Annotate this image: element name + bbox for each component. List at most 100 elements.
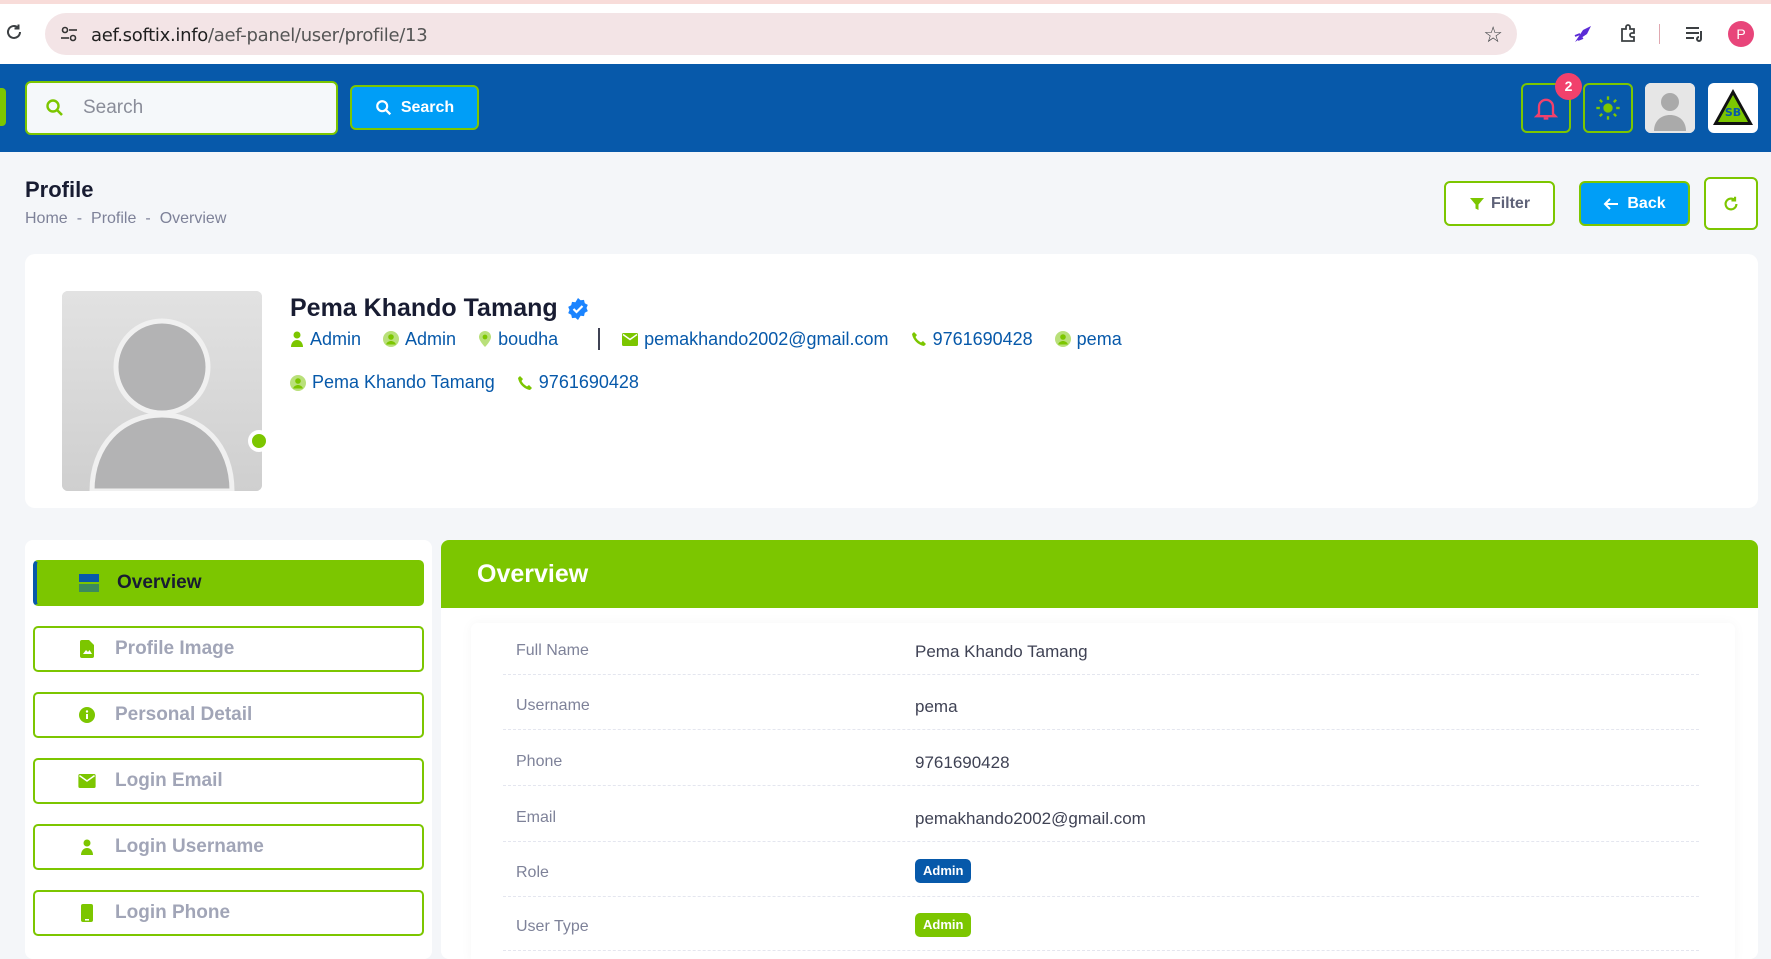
overview-panel: Overview Full Name Pema Khando Tamang Us… (441, 540, 1758, 959)
bookmark-star-icon[interactable]: ☆ (1483, 22, 1503, 48)
extension-rocket-icon[interactable] (1571, 22, 1595, 46)
detail-row-email: Email pemakhando2002@gmail.com (503, 790, 1699, 842)
meta-phone-text[interactable]: 9761690428 (933, 329, 1033, 350)
profile-meta-row-2: Pema Khando Tamang 9761690428 (290, 372, 661, 393)
profile-name: Pema Khando Tamang (290, 294, 590, 323)
search-box (25, 81, 338, 135)
detail-value: pemakhando2002@gmail.com (915, 809, 1146, 828)
sidenav-item-login-phone[interactable]: Login Phone (33, 890, 424, 936)
detail-label: User Type (516, 918, 589, 935)
sidenav-item-label: Login Email (115, 770, 223, 791)
meta-email-text[interactable]: pemakhando2002@gmail.com (644, 329, 888, 350)
role-badge: Admin (915, 859, 972, 883)
page-title: Profile (25, 177, 94, 202)
sidenav-item-login-email[interactable]: Login Email (33, 758, 424, 804)
breadcrumb: Home - Profile - Overview (25, 210, 226, 228)
meta-username: pema (1054, 329, 1122, 350)
search-button-label: Search (400, 98, 455, 116)
search-input[interactable] (83, 96, 323, 120)
extensions-puzzle-icon[interactable] (1617, 22, 1641, 46)
sidenav-item-label: Overview (117, 572, 202, 593)
user-icon (291, 331, 303, 347)
site-settings-icon[interactable] (59, 24, 79, 44)
breadcrumb-home[interactable]: Home (25, 210, 68, 228)
refresh-button[interactable] (1704, 177, 1758, 230)
overview-details: Full Name Pema Khando Tamang Username pe… (471, 623, 1735, 959)
user-placeholder-icon (1645, 83, 1695, 133)
file-image-icon (75, 640, 99, 658)
meta-full-name: Pema Khando Tamang (290, 372, 495, 393)
breadcrumb-overview: Overview (159, 210, 227, 227)
profile-avatar (62, 291, 262, 491)
meta-role: Admin (290, 329, 361, 350)
sidebar-toggle[interactable] (0, 88, 6, 126)
detail-label: Email (516, 809, 557, 826)
detail-label: Username (516, 697, 590, 714)
detail-label: Role (516, 864, 549, 881)
sidenav-item-profile-image[interactable]: Profile Image (33, 626, 424, 672)
meta-phone: 9761690428 (911, 329, 1033, 350)
meta-email: pemakhando2002@gmail.com (622, 329, 889, 350)
profile-name-text: Pema Khando Tamang (290, 294, 558, 322)
sidenav-item-personal-detail[interactable]: Personal Detail (33, 692, 424, 738)
tab-strip-edge (0, 0, 1771, 4)
browser-chrome: aef.softix.info/aef-panel/user/profile/1… (0, 0, 1771, 64)
breadcrumb-separator: - (76, 210, 83, 227)
meta-divider (598, 328, 601, 350)
search-icon (375, 99, 391, 115)
user-circle-icon (1054, 331, 1071, 347)
detail-value: Pema Khando Tamang (915, 642, 1088, 661)
phone-icon (75, 904, 99, 922)
toolbar-divider (1659, 24, 1660, 44)
breadcrumb-profile[interactable]: Profile (91, 210, 136, 228)
info-icon (75, 706, 99, 724)
bell-icon (1533, 98, 1559, 120)
filter-button[interactable]: Filter (1444, 181, 1555, 226)
theme-toggle-button[interactable] (1583, 83, 1633, 133)
address-bar[interactable]: aef.softix.info/aef-panel/user/profile/1… (45, 13, 1517, 55)
reading-list-icon[interactable] (1683, 22, 1707, 46)
online-status-dot (248, 430, 270, 452)
back-button[interactable]: Back (1579, 181, 1690, 226)
overview-header: Overview (441, 540, 1758, 608)
meta-user-type-text: Admin (405, 328, 457, 349)
detail-value: 9761690428 (915, 753, 1010, 772)
company-logo[interactable]: SB (1708, 83, 1758, 133)
logo-triangle-icon: SB (1713, 89, 1753, 125)
sidenav-item-login-username[interactable]: Login Username (33, 824, 424, 870)
detail-row-username: Username pema (503, 678, 1699, 730)
profile-meta-row-1: Admin Admin boudha pemakhando2002@gmail.… (290, 328, 1144, 350)
app-header: Search 2 SB (0, 64, 1771, 152)
browser-profile-avatar[interactable]: P (1728, 21, 1754, 47)
detail-label: Full Name (516, 642, 589, 659)
notification-count-badge: 2 (1555, 73, 1582, 100)
detail-row-full-name: Full Name Pema Khando Tamang (503, 623, 1699, 675)
sidenav-item-label: Login Phone (115, 902, 231, 923)
user-circle-icon (290, 374, 306, 391)
overview-icon (77, 574, 101, 592)
reload-icon[interactable] (4, 22, 26, 44)
user-avatar-button[interactable] (1645, 83, 1695, 133)
user-icon (75, 839, 99, 855)
detail-value: pema (915, 697, 958, 716)
sidenav-item-label: Personal Detail (115, 704, 253, 725)
detail-label: Phone (516, 753, 563, 770)
breadcrumb-separator: - (145, 210, 151, 227)
refresh-icon (1724, 196, 1738, 210)
sidenav-item-overview[interactable]: Overview (33, 560, 424, 606)
meta-phone-2-text[interactable]: 9761690428 (539, 372, 639, 393)
svg-text:SB: SB (1725, 106, 1741, 119)
phone-icon (911, 332, 926, 346)
filter-icon (1469, 197, 1484, 210)
search-button[interactable]: Search (350, 85, 479, 130)
url-path: /aef-panel/user/profile/13 (207, 25, 428, 46)
meta-role-text: Admin (310, 328, 362, 349)
url-text: aef.softix.info/aef-panel/user/profile/1… (91, 25, 428, 46)
sidenav-item-label: Login Username (115, 836, 264, 857)
detail-row-user-type: User Type Admin (503, 899, 1699, 951)
meta-phone-2: 9761690428 (517, 372, 639, 393)
detail-row-role: Role Admin (503, 845, 1699, 897)
meta-user-type: Admin (383, 329, 456, 350)
arrow-left-icon (1603, 197, 1619, 210)
profile-sidenav: Overview Profile Image Personal Detail L… (25, 540, 432, 959)
